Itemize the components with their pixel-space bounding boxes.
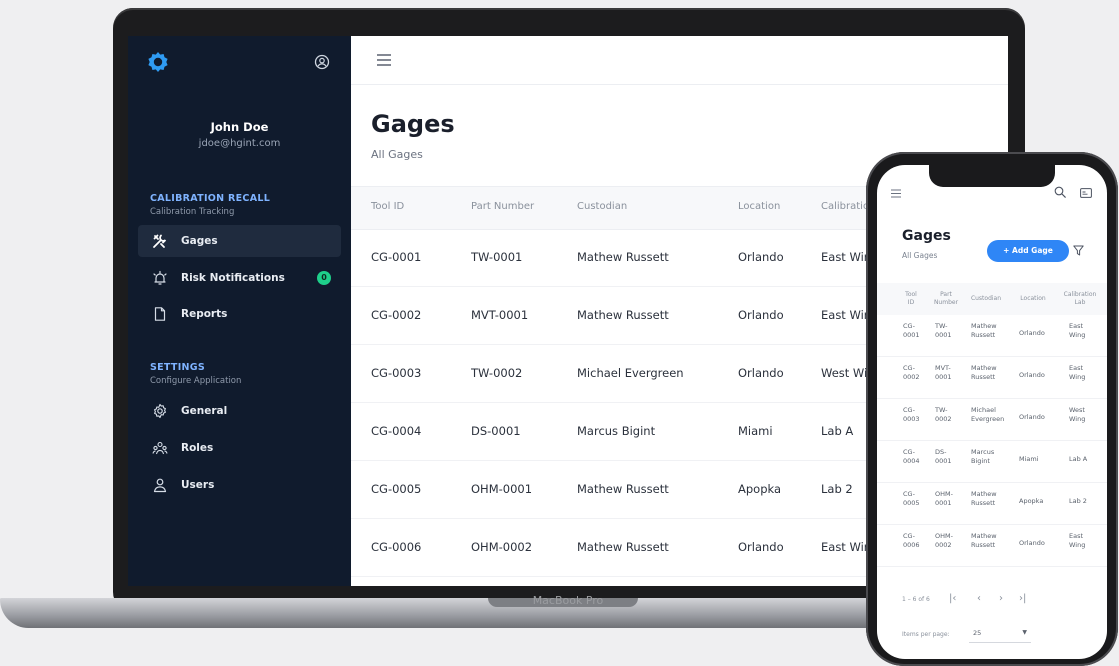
add-gage-button[interactable]: + Add Gage: [987, 240, 1069, 262]
section-title-settings: SETTINGS: [150, 362, 206, 373]
prev-page-icon[interactable]: ‹: [977, 593, 981, 604]
hamburger-menu-icon[interactable]: [891, 189, 901, 198]
cell-part-number: TW-0001: [471, 250, 523, 264]
cell-part-number: DS-0001: [471, 424, 521, 438]
cell-tool-id: CG-0002: [371, 308, 422, 322]
sidebar: John Doe jdoe@hgint.com CALIBRATION RECA…: [128, 36, 351, 586]
sidebar-item-reports[interactable]: Reports: [138, 298, 341, 330]
next-page-icon[interactable]: ›: [999, 593, 1003, 604]
items-per-page-label: Items per page:: [902, 631, 950, 638]
notification-badge: 0: [317, 271, 331, 285]
table-header: Tool ID Part Number Custodian Location Cal…: [877, 283, 1107, 315]
chevron-down-icon: ▼: [1022, 629, 1027, 636]
sidebar-item-label: Users: [181, 479, 215, 491]
sidebar-item-label: Gages: [181, 235, 218, 247]
section-subtitle-settings: Configure Application: [150, 376, 242, 386]
column-header-custodian[interactable]: Custodian: [965, 295, 1007, 303]
page-title: Gages: [902, 228, 951, 244]
cell-custodian: Mathew Russett: [577, 308, 669, 322]
table-row[interactable]: CG- 0001 TW- 0001 Mathew Russett Orlando Ea…: [877, 318, 1107, 357]
cell-custodian: Marcus Bigint: [577, 424, 656, 438]
column-header-part-number[interactable]: Part Number: [929, 291, 963, 307]
group-icon: [152, 441, 168, 455]
pagination-range: 1 – 6 of 6: [902, 596, 930, 603]
cell-tool-id: CG-0003: [371, 366, 422, 380]
sidebar-item-general[interactable]: General: [138, 395, 341, 427]
gear-icon: [154, 403, 166, 419]
table-row[interactable]: CG- 0005 OHM- 0001 Mathew Russett Apopka La…: [877, 486, 1107, 525]
items-per-page-select[interactable]: 25 ▼: [969, 623, 1031, 643]
cell-custodian: Michael Evergreen: [577, 366, 684, 380]
user-email: jdoe@hgint.com: [198, 138, 281, 149]
column-header-tool-id[interactable]: Tool ID: [899, 291, 923, 307]
sidebar-item-label: Roles: [181, 442, 214, 454]
section-title-calibration: CALIBRATION RECALL: [150, 193, 271, 204]
sidebar-item-label: General: [181, 405, 228, 417]
table-row[interactable]: CG- 0006 OHM- 0002 Mathew Russett Orlando E…: [877, 528, 1107, 567]
cell-part-number: TW-0002: [471, 366, 523, 380]
column-header-tool-id[interactable]: Tool ID: [371, 201, 404, 212]
cell-location: Miami: [738, 424, 773, 438]
section-subtitle-calibration: Calibration Tracking: [150, 207, 235, 217]
cell-tool-id: CG-0006: [371, 540, 422, 554]
alarm-icon: [153, 270, 167, 285]
cell-location: Apopka: [738, 482, 782, 496]
cell-location: Orlando: [738, 250, 784, 264]
table-row[interactable]: CG- 0002 MVT- 0001 Mathew Russett Orlando E…: [877, 360, 1107, 399]
top-bar: [351, 36, 1008, 85]
app-logo-icon: [148, 52, 168, 72]
file-icon: [154, 307, 166, 321]
column-header-part-number[interactable]: Part Number: [471, 201, 534, 212]
page-title: Gages: [371, 110, 455, 138]
cell-custodian: Mathew Russett: [577, 540, 669, 554]
cell-custodian: Mathew Russett: [577, 250, 669, 264]
search-icon[interactable]: [1054, 186, 1066, 198]
user-name: John Doe: [210, 120, 269, 134]
cell-part-number: OHM-0002: [471, 540, 533, 554]
phone-notch: [929, 163, 1055, 187]
cell-custodian: Mathew Russett: [577, 482, 669, 496]
cell-tool-id: CG-0001: [371, 250, 422, 264]
cell-location: Orlando: [738, 308, 784, 322]
phone-screen: Gages All Gages + Add Gage Tool ID Part Nu…: [877, 165, 1107, 659]
column-header-calibration-lab[interactable]: Calibration Lab: [1055, 291, 1105, 307]
sidebar-item-label: Reports: [181, 308, 228, 320]
table-row[interactable]: CG- 0004 DS- 0001 Marcus Bigint Miami Lab A: [877, 444, 1107, 483]
page-subtitle: All Gages: [371, 148, 423, 161]
hamburger-menu-icon[interactable]: [377, 54, 391, 66]
sidebar-item-roles[interactable]: Roles: [138, 432, 341, 464]
sidebar-item-users[interactable]: Users: [138, 469, 341, 501]
last-page-icon[interactable]: ›|: [1019, 593, 1026, 604]
cell-part-number: OHM-0001: [471, 482, 533, 496]
id-card-icon[interactable]: [1080, 188, 1092, 198]
sidebar-item-label: Risk Notifications: [181, 272, 285, 284]
sidebar-item-risk-notifications[interactable]: Risk Notifications 0: [138, 262, 341, 294]
user-icon: [153, 478, 167, 493]
page-subtitle: All Gages: [902, 251, 938, 260]
cell-tool-id: CG-0004: [371, 424, 422, 438]
table-row[interactable]: CG- 0003 TW- 0002 Michael Evergreen Orlando…: [877, 402, 1107, 441]
column-header-custodian[interactable]: Custodian: [577, 201, 627, 212]
tools-icon: [153, 234, 167, 248]
column-header-location[interactable]: Location: [1013, 295, 1053, 303]
filter-icon[interactable]: [1073, 245, 1084, 256]
cell-tool-id: CG-0005: [371, 482, 422, 496]
first-page-icon[interactable]: |‹: [949, 593, 956, 604]
column-header-location[interactable]: Location: [738, 201, 780, 212]
sidebar-item-gages[interactable]: Gages: [138, 225, 341, 257]
cell-location: Orlando: [738, 366, 784, 380]
cell-location: Orlando: [738, 540, 784, 554]
account-icon[interactable]: [314, 54, 330, 70]
cell-part-number: MVT-0001: [471, 308, 529, 322]
